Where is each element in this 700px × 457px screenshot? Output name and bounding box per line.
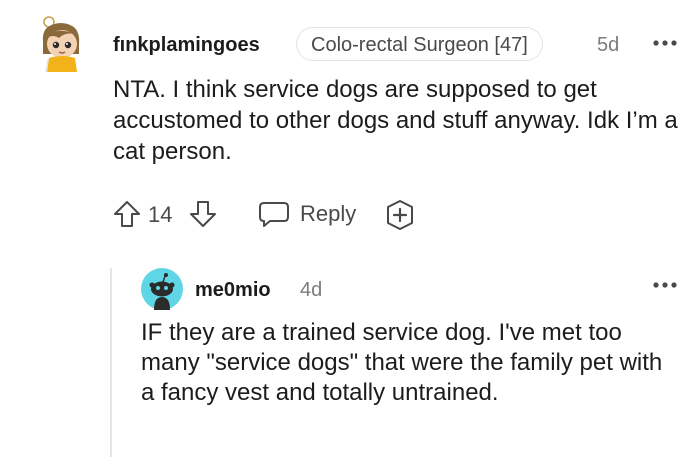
user-avatar[interactable] <box>35 14 91 76</box>
award-plus-icon <box>387 200 413 230</box>
reply-label: Reply <box>300 201 357 226</box>
award-button[interactable] <box>384 199 416 231</box>
upvote-button[interactable] <box>112 199 142 229</box>
more-options-icon[interactable] <box>651 31 679 55</box>
upvote-arrow-icon <box>114 201 140 227</box>
reply-author[interactable]: me0mio <box>195 278 271 302</box>
thread-line[interactable] <box>110 268 112 457</box>
snoo-avatar-icon <box>141 268 183 310</box>
reply-text: IF they are a trained service dog. I've … <box>141 319 663 406</box>
comment-author[interactable]: fınkplamingoes <box>113 33 260 57</box>
user-flair: Colo-rectal Surgeon [47] <box>296 27 543 61</box>
downvote-arrow-icon <box>190 201 216 227</box>
comment-text: NTA. I think service dogs are supposed t… <box>113 76 678 165</box>
reply-body: IF they are a trained service dog. I've … <box>141 318 681 408</box>
comment-timestamp[interactable]: 5d <box>597 33 619 57</box>
reply-avatar[interactable] <box>141 268 183 310</box>
comment-bubble-icon <box>258 200 290 228</box>
vote-score: 14 <box>148 202 173 227</box>
reply-timestamp[interactable]: 4d <box>300 278 322 302</box>
downvote-button[interactable] <box>188 199 218 229</box>
avatar-girl-icon <box>42 16 80 72</box>
comment-body: NTA. I think service dogs are supposed t… <box>113 74 683 167</box>
more-options-icon[interactable] <box>651 273 679 297</box>
